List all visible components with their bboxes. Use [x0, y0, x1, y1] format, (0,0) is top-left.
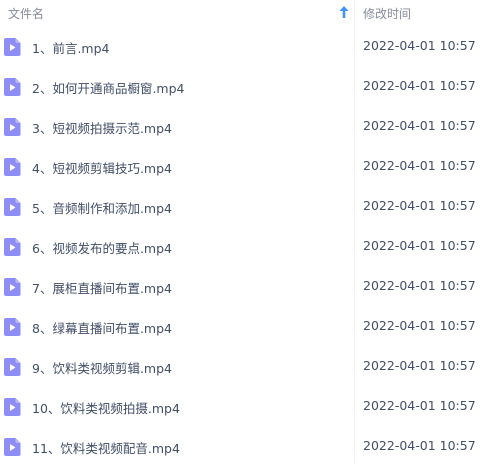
file-row[interactable]: 11、饮料类视频配音.mp4 2022-04-01 10:57 — [0, 427, 480, 467]
file-modified-time: 2022-04-01 10:57 — [363, 278, 476, 293]
file-name: 1、前言.mp4 — [32, 41, 110, 56]
file-name: 9、饮料类视频剪辑.mp4 — [32, 361, 172, 376]
file-row[interactable]: 5、音频制作和添加.mp4 2022-04-01 10:57 — [0, 187, 480, 227]
video-file-icon — [4, 158, 21, 176]
time-column-label: 修改时间 — [363, 7, 412, 21]
file-name: 7、展柜直播间布置.mp4 — [32, 281, 172, 296]
file-name: 10、饮料类视频拍摄.mp4 — [32, 401, 180, 416]
time-column-header[interactable]: 修改时间 — [355, 0, 480, 26]
file-name: 2、如何开通商品橱窗.mp4 — [32, 81, 185, 96]
video-file-icon — [4, 318, 21, 336]
file-name: 3、短视频拍摄示范.mp4 — [32, 121, 172, 136]
file-modified-time: 2022-04-01 10:57 — [363, 78, 476, 93]
video-file-icon — [4, 278, 21, 296]
file-list: 1、前言.mp4 2022-04-01 10:57 2、如何开通商品橱窗.mp4… — [0, 27, 480, 467]
video-file-icon — [4, 198, 21, 216]
file-modified-time: 2022-04-01 10:57 — [363, 398, 476, 413]
file-row[interactable]: 2、如何开通商品橱窗.mp4 2022-04-01 10:57 — [0, 67, 480, 107]
file-modified-time: 2022-04-01 10:57 — [363, 318, 476, 333]
file-modified-time: 2022-04-01 10:57 — [363, 238, 476, 253]
file-row[interactable]: 7、展柜直播间布置.mp4 2022-04-01 10:57 — [0, 267, 480, 307]
file-modified-time: 2022-04-01 10:57 — [363, 358, 476, 373]
file-name: 8、绿幕直播间布置.mp4 — [32, 321, 172, 336]
name-column-header[interactable]: 文件名 — [0, 0, 354, 26]
file-row[interactable]: 9、饮料类视频剪辑.mp4 2022-04-01 10:57 — [0, 347, 480, 387]
video-file-icon — [4, 358, 21, 376]
file-name: 11、饮料类视频配音.mp4 — [32, 441, 180, 456]
file-modified-time: 2022-04-01 10:57 — [363, 158, 476, 173]
video-file-icon — [4, 238, 21, 256]
file-row[interactable]: 10、饮料类视频拍摄.mp4 2022-04-01 10:57 — [0, 387, 480, 427]
file-name: 4、短视频剪辑技巧.mp4 — [32, 161, 172, 176]
file-row[interactable]: 1、前言.mp4 2022-04-01 10:57 — [0, 27, 480, 67]
video-file-icon — [4, 438, 21, 456]
video-file-icon — [4, 38, 21, 56]
file-modified-time: 2022-04-01 10:57 — [363, 198, 476, 213]
file-row[interactable]: 8、绿幕直播间布置.mp4 2022-04-01 10:57 — [0, 307, 480, 347]
video-file-icon — [4, 118, 21, 136]
file-list-header: 文件名 修改时间 — [0, 0, 480, 26]
file-row[interactable]: 6、视频发布的要点.mp4 2022-04-01 10:57 — [0, 227, 480, 267]
name-column-label: 文件名 — [8, 7, 45, 21]
video-file-icon — [4, 78, 21, 96]
file-name: 6、视频发布的要点.mp4 — [32, 241, 172, 256]
file-modified-time: 2022-04-01 10:57 — [363, 438, 476, 453]
video-file-icon — [4, 398, 21, 416]
file-modified-time: 2022-04-01 10:57 — [363, 118, 476, 133]
file-row[interactable]: 3、短视频拍摄示范.mp4 2022-04-01 10:57 — [0, 107, 480, 147]
file-name: 5、音频制作和添加.mp4 — [32, 201, 172, 216]
file-modified-time: 2022-04-01 10:57 — [363, 38, 476, 53]
sort-ascending-arrow-icon[interactable] — [338, 5, 350, 19]
file-row[interactable]: 4、短视频剪辑技巧.mp4 2022-04-01 10:57 — [0, 147, 480, 187]
